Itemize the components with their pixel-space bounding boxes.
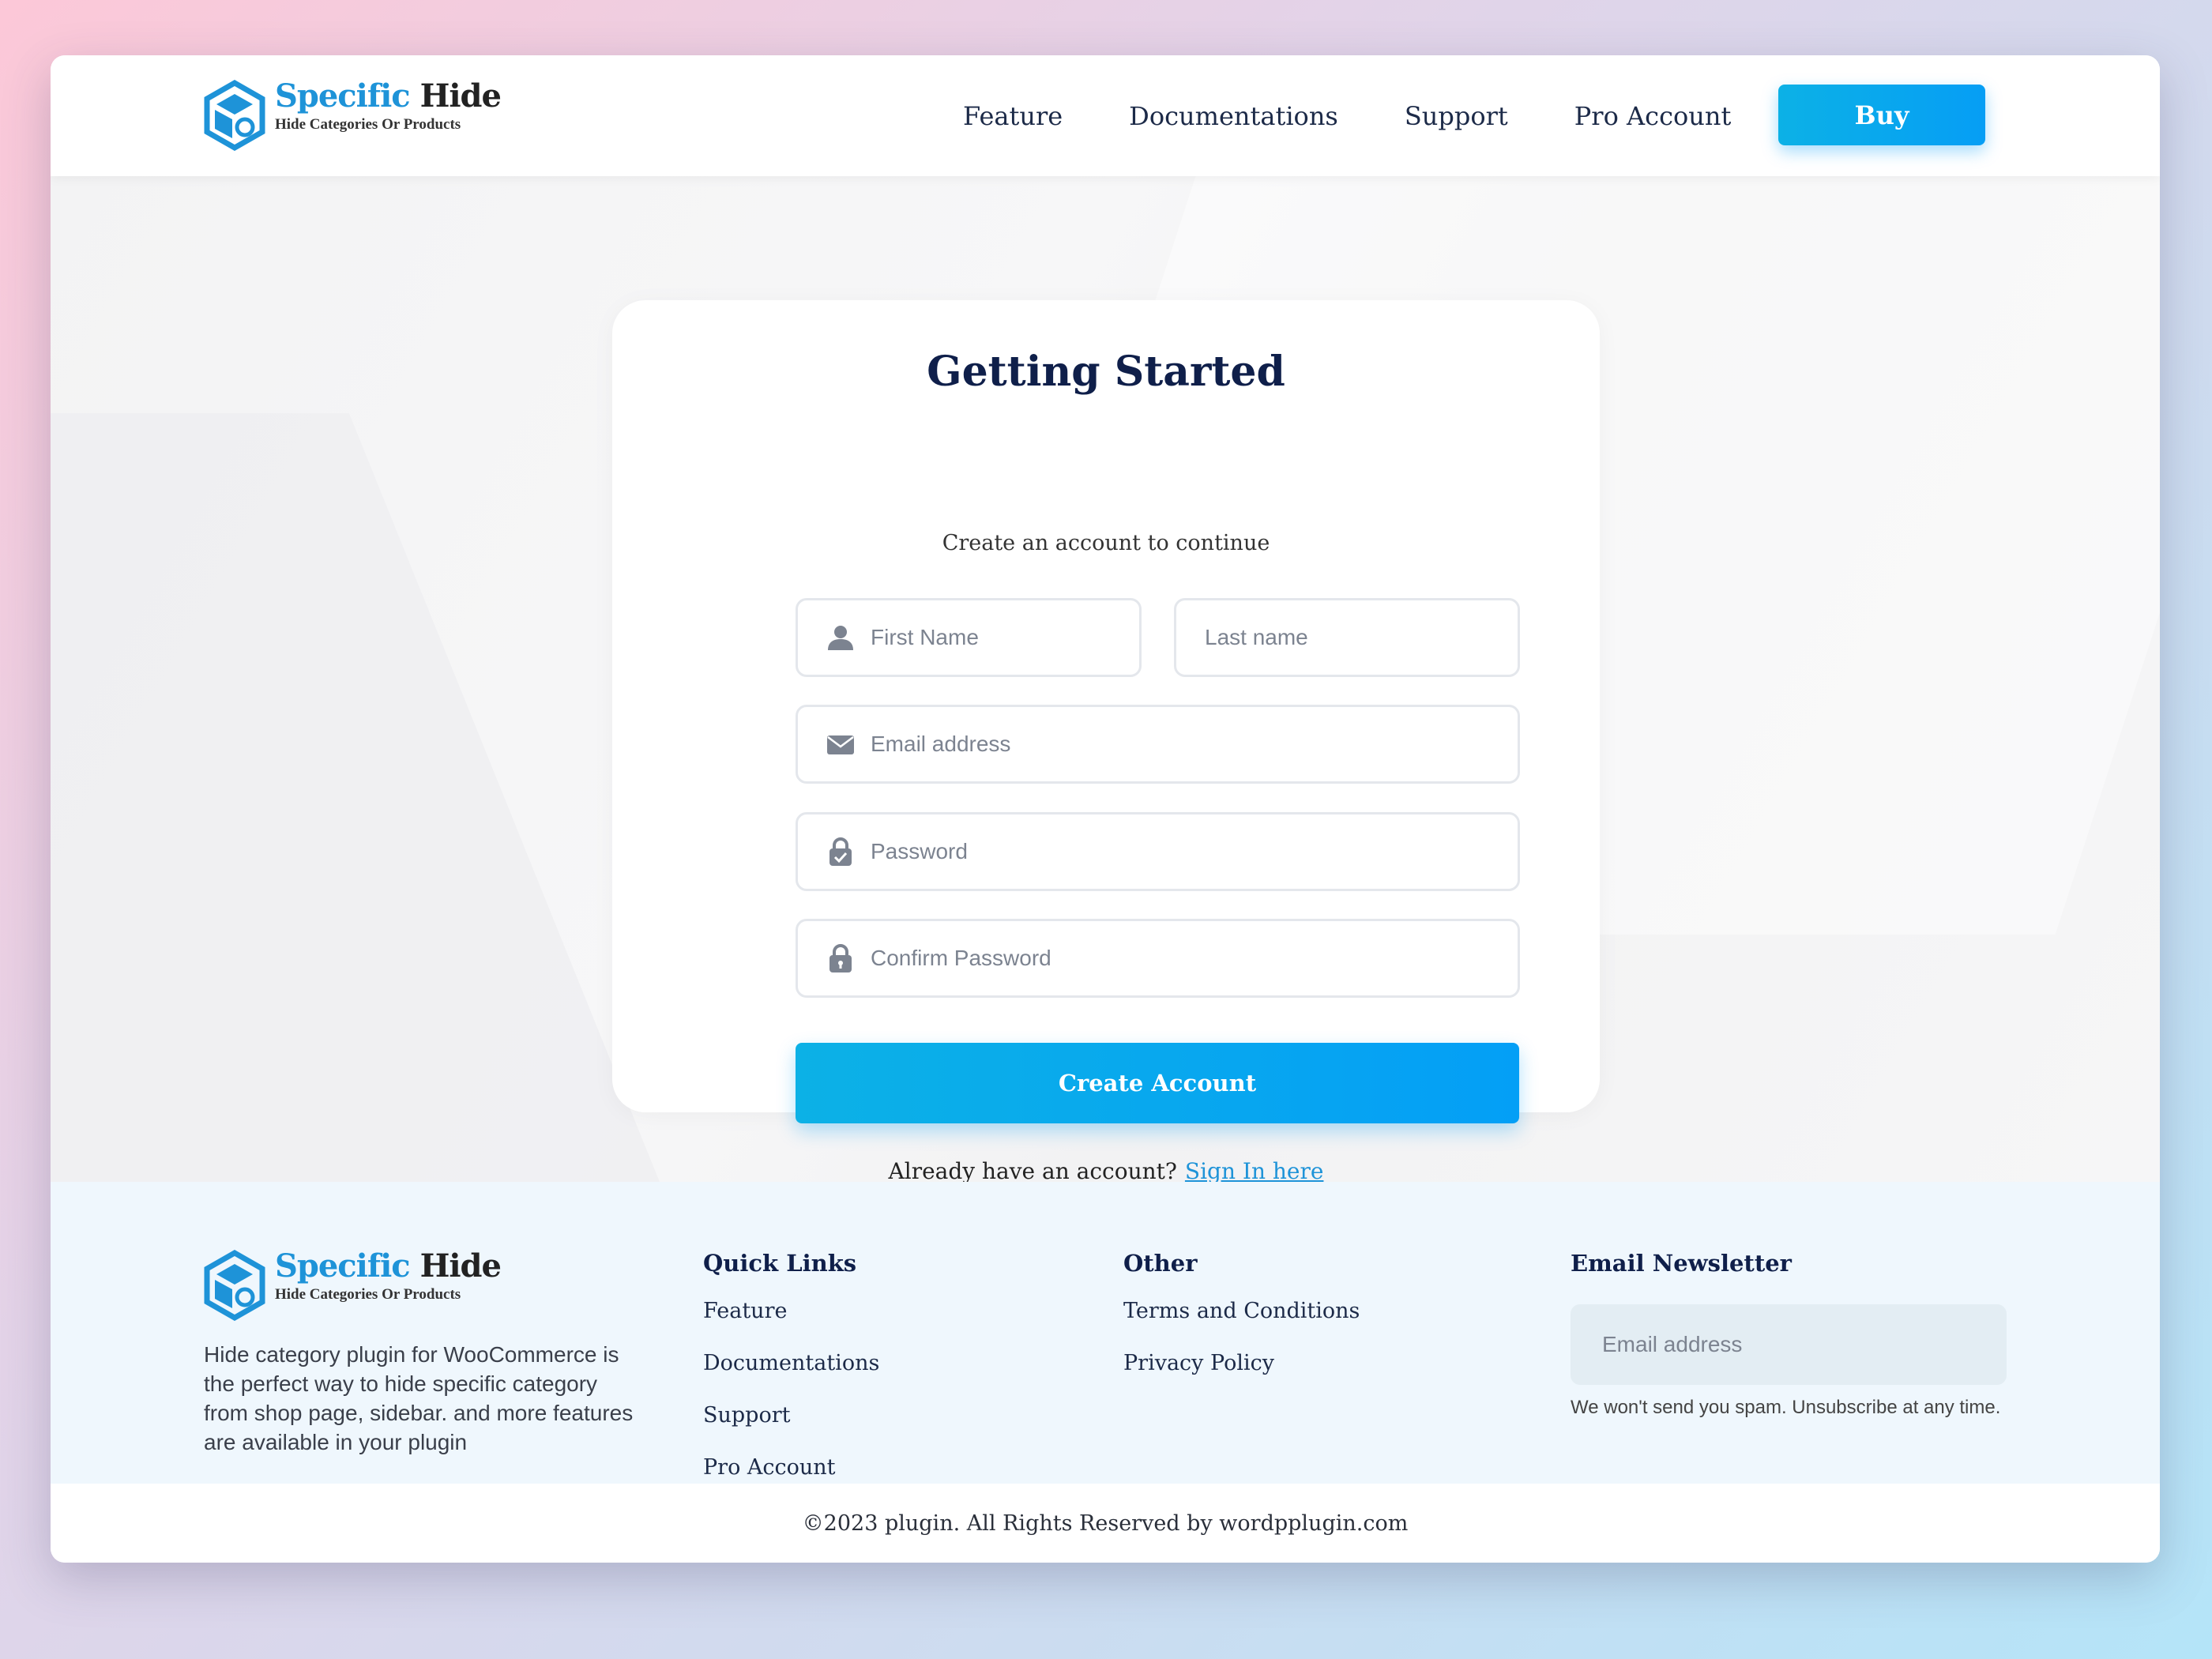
main-nav: Feature Documentations Support Pro Accou… xyxy=(963,55,1797,176)
page-title: Getting Started xyxy=(927,348,1285,396)
logo-tagline: Hide Categories Or Products xyxy=(275,1286,461,1303)
first-name-input[interactable] xyxy=(871,600,1139,675)
email-field[interactable] xyxy=(796,705,1520,784)
quick-links-column: Quick Links Feature Documentations Suppo… xyxy=(703,1250,879,1509)
confirm-password-field[interactable] xyxy=(796,919,1520,998)
email-input[interactable] xyxy=(871,707,1518,781)
signin-link[interactable]: Sign In here xyxy=(1185,1158,1324,1182)
footer-link-terms[interactable]: Terms and Conditions xyxy=(1123,1300,1360,1322)
page-subtitle: Create an account to continue xyxy=(942,531,1270,555)
newsletter-heading: Email Newsletter xyxy=(1571,1250,1792,1277)
header-logo[interactable]: Specific Hide Hide Categories Or Product… xyxy=(204,77,502,151)
logo-tagline: Hide Categories Or Products xyxy=(275,116,461,133)
last-name-field[interactable] xyxy=(1174,598,1520,677)
signin-prompt-text: Already have an account? xyxy=(888,1158,1177,1182)
quick-links-heading: Quick Links xyxy=(703,1250,857,1277)
footer-link-support[interactable]: Support xyxy=(703,1405,879,1427)
site-header: Specific Hide Hide Categories Or Product… xyxy=(51,55,2160,176)
browser-window: Specific Hide Hide Categories Or Product… xyxy=(51,55,2160,1563)
logo-cube-icon xyxy=(204,80,265,151)
footer-logo[interactable]: Specific Hide Hide Categories Or Product… xyxy=(204,1247,502,1321)
other-heading: Other xyxy=(1123,1250,1198,1277)
password-input[interactable] xyxy=(871,814,1518,889)
buy-button[interactable]: Buy xyxy=(1778,85,1985,145)
footer-description: Hide category plugin for WooCommerce is … xyxy=(204,1342,634,1454)
copyright-bar: ©2023 plugin. All Rights Reserved by wor… xyxy=(51,1484,2160,1563)
create-account-button[interactable]: Create Account xyxy=(796,1043,1519,1123)
newsletter-email-input[interactable] xyxy=(1571,1304,2007,1385)
confirm-password-input[interactable] xyxy=(871,921,1518,995)
newsletter-note: We won't send you spam. Unsubscribe at a… xyxy=(1571,1397,2001,1418)
logo-name: Specific Hide xyxy=(275,77,502,115)
nav-feature[interactable]: Feature xyxy=(963,101,1063,131)
footer-link-pro-account[interactable]: Pro Account xyxy=(703,1457,879,1479)
envelope-icon xyxy=(827,735,854,754)
background-decoration xyxy=(51,413,701,1182)
lock-check-icon xyxy=(830,837,852,866)
password-field[interactable] xyxy=(796,812,1520,891)
footer-link-privacy[interactable]: Privacy Policy xyxy=(1123,1352,1360,1375)
footer-link-documentations[interactable]: Documentations xyxy=(703,1352,879,1375)
nav-documentations[interactable]: Documentations xyxy=(1129,101,1338,131)
lock-icon xyxy=(830,944,852,972)
last-name-input[interactable] xyxy=(1176,600,1518,675)
nav-pro-account[interactable]: Pro Account xyxy=(1574,101,1732,131)
other-column: Other Terms and Conditions Privacy Polic… xyxy=(1123,1250,1360,1405)
first-name-field[interactable] xyxy=(796,598,1142,677)
newsletter-column: Email Newsletter xyxy=(1571,1250,1792,1300)
signin-prompt: Already have an account? Sign In here xyxy=(612,1158,1600,1182)
nav-support[interactable]: Support xyxy=(1405,101,1508,131)
main-content: Getting Started Create an account to con… xyxy=(51,176,2160,1182)
user-icon xyxy=(828,626,853,650)
footer-link-feature[interactable]: Feature xyxy=(703,1300,879,1322)
logo-name: Specific Hide xyxy=(275,1247,502,1285)
copyright-text: ©2023 plugin. All Rights Reserved by wor… xyxy=(802,1510,1409,1536)
logo-cube-icon xyxy=(204,1250,265,1321)
signup-card: Getting Started Create an account to con… xyxy=(612,300,1600,1182)
